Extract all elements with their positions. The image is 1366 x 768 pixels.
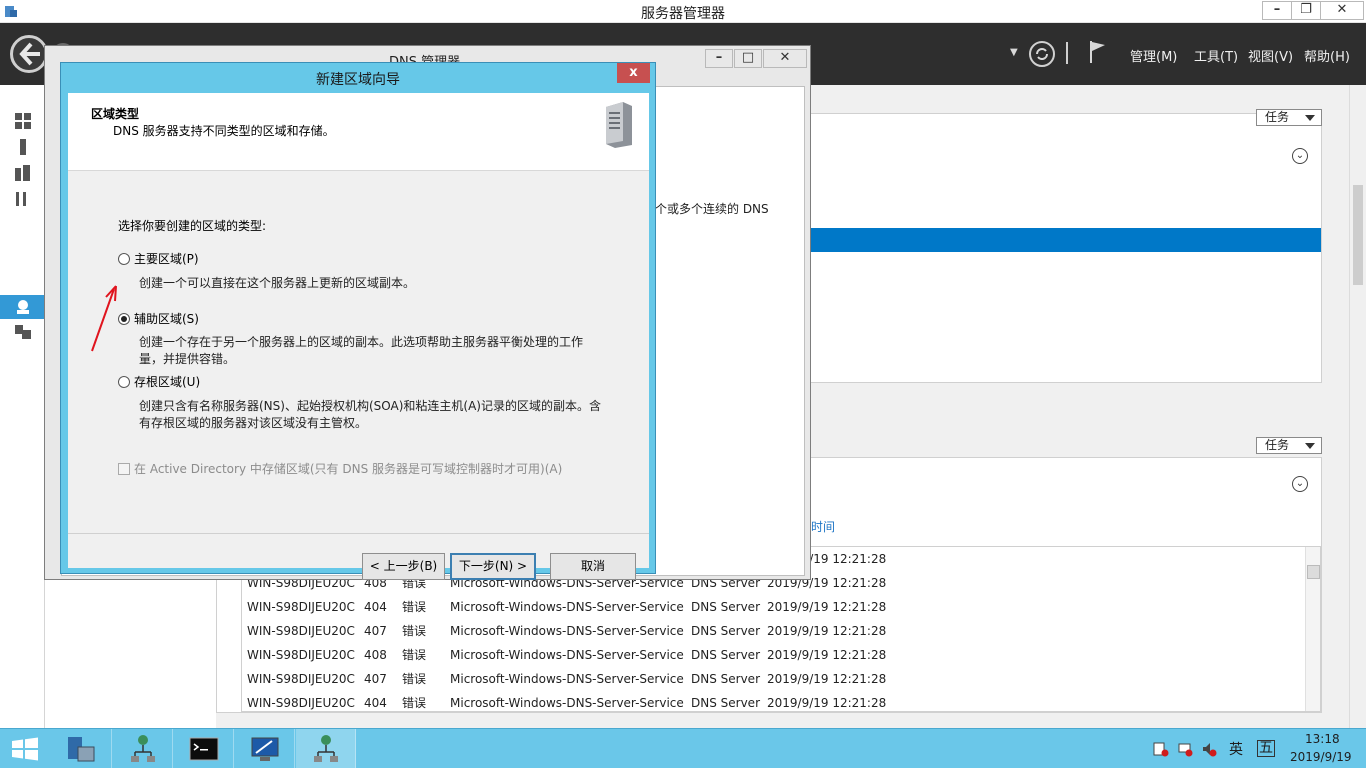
action-center-icon[interactable] — [1153, 741, 1169, 757]
refresh-icon[interactable] — [1029, 41, 1055, 67]
stub-zone-description: 创建只含有名称服务器(NS)、起始授权机构(SOA)和粘连主机(A)记录的区域的… — [139, 399, 601, 430]
stub-zone-radio[interactable] — [118, 376, 130, 388]
close-button[interactable]: ✕ — [1320, 1, 1364, 20]
dns-tree-icon — [314, 735, 338, 762]
file-services-icon[interactable] — [14, 323, 34, 341]
nav-item-dns[interactable] — [0, 295, 45, 319]
local-server-icon[interactable] — [14, 138, 34, 156]
taskbar-server-manager[interactable] — [52, 729, 112, 768]
wizard-close-button[interactable]: x — [617, 63, 650, 83]
header-separator — [1066, 42, 1068, 64]
command-prompt-icon — [189, 737, 219, 761]
zone-type-prompt: 选择你要创建的区域的类型: — [118, 219, 267, 233]
table-row[interactable]: WIN-S98DIJEU20C 407 错误 Microsoft-Windows-DN… — [242, 667, 1302, 691]
window-title: 服务器管理器 — [641, 6, 725, 22]
table-row[interactable]: WIN-S98DIJEU20C 407 错误 Microsoft-Windows-DN… — [242, 619, 1302, 643]
footer-separator — [68, 533, 649, 534]
volume-icon[interactable] — [1201, 741, 1217, 757]
wizard-page-title: 区域类型 — [91, 107, 140, 121]
annotation-arrow-icon — [91, 285, 117, 352]
table-row[interactable]: WIN-S98DIJEU20C 404 错误 Microsoft-Windows-DN… — [242, 595, 1302, 619]
clock-date[interactable]: 2019/9/19 — [1290, 750, 1352, 764]
ad-store-checkbox[interactable] — [118, 463, 130, 475]
maximize-button[interactable]: ❐ — [1291, 1, 1321, 20]
all-servers-icon[interactable] — [14, 164, 34, 182]
primary-zone-description: 创建一个可以直接在这个服务器上更新的区域副本。 — [139, 276, 416, 290]
wizard-header: 区域类型 DNS 服务器支持不同类型的区域和存储。 — [68, 93, 649, 171]
taskbar: 英 五 13:18 2019/9/19 — [0, 728, 1366, 768]
menu-tools[interactable]: 工具(T) — [1194, 46, 1238, 65]
primary-zone-label[interactable]: 主要区域(P) — [134, 250, 199, 267]
dns-close-button[interactable]: ✕ — [763, 49, 807, 68]
collapse-servers-icon[interactable]: ⌄ — [1292, 148, 1308, 164]
dns-maximize-button[interactable]: □ — [734, 49, 762, 68]
secondary-zone-label[interactable]: 辅助区域(S) — [134, 310, 199, 327]
events-time-header[interactable]: 时间 — [811, 518, 835, 535]
menu-help[interactable]: 帮助(H) — [1304, 46, 1350, 65]
dns-tree-icon — [131, 735, 155, 762]
remote-desktop-icon — [251, 737, 279, 761]
tasks-button-events[interactable]: 任务 — [1256, 437, 1322, 454]
file-storage-icon[interactable] — [14, 190, 34, 208]
table-row[interactable]: WIN-S98DIJEU20C 408 错误 Microsoft-Windows-DN… — [242, 643, 1302, 667]
wizard-page-subtitle: DNS 服务器支持不同类型的区域和存储。 — [113, 124, 335, 138]
scrollbar-thumb[interactable] — [1307, 565, 1320, 579]
new-zone-wizard-dialog: 新建区域向导 x 区域类型 DNS 服务器支持不同类型的区域和存储。 选择你要创… — [60, 62, 656, 580]
notification-flag-icon[interactable] — [1088, 40, 1108, 64]
ime-language[interactable]: 英 — [1229, 739, 1243, 759]
taskbar-dns-1[interactable] — [113, 729, 173, 768]
network-icon[interactable] — [1177, 741, 1193, 757]
cancel-button[interactable]: 取消 — [550, 553, 636, 580]
menu-view[interactable]: 视图(V) — [1248, 46, 1293, 65]
scrollbar-thumb[interactable] — [1353, 185, 1363, 285]
back-step-button[interactable]: < 上一步(B) — [362, 553, 445, 580]
next-step-button[interactable]: 下一步(N) > — [450, 553, 536, 580]
main-vertical-scrollbar[interactable] — [1349, 85, 1366, 728]
events-scrollbar[interactable] — [1305, 547, 1320, 711]
windows-start-icon[interactable] — [10, 737, 40, 761]
ime-mode[interactable]: 五 — [1257, 740, 1275, 757]
selected-server-row[interactable] — [807, 228, 1321, 252]
server-manager-nav — [0, 85, 45, 728]
wizard-content: 区域类型 DNS 服务器支持不同类型的区域和存储。 选择你要创建的区域的类型: … — [68, 93, 649, 580]
server-tower-icon — [606, 102, 632, 148]
collapse-events-icon[interactable]: ⌄ — [1292, 476, 1308, 492]
dns-minimize-button[interactable]: – — [705, 49, 733, 68]
menu-manage[interactable]: 管理(M) — [1130, 46, 1177, 65]
minimize-button[interactable]: – — [1262, 1, 1292, 20]
server-manager-titlebar: 服务器管理器 – ❐ ✕ — [0, 0, 1366, 23]
back-button[interactable] — [10, 35, 48, 73]
dns-icon — [17, 300, 29, 314]
taskbar-cmd[interactable] — [174, 729, 234, 768]
primary-zone-radio[interactable] — [118, 253, 130, 265]
stub-zone-label[interactable]: 存根区域(U) — [134, 373, 200, 390]
dns-description: 个或多个连续的 DNS — [655, 202, 769, 216]
clock-time[interactable]: 13:18 — [1305, 732, 1340, 746]
dashboard-icon[interactable] — [14, 112, 34, 130]
taskbar-dns-2[interactable] — [296, 729, 356, 768]
secondary-zone-description: 创建一个存在于另一个服务器上的区域的副本。此选项帮助主服务器平衡处理的工作量，并… — [139, 335, 584, 366]
server-manager-icon — [68, 737, 95, 762]
table-row[interactable]: WIN-S98DIJEU20C 404 错误 Microsoft-Windows-DN… — [242, 691, 1302, 711]
tasks-button-servers[interactable]: 任务 — [1256, 109, 1322, 126]
dropdown-arrow-icon[interactable]: ▼ — [1010, 47, 1018, 58]
ad-store-label: 在 Active Directory 中存储区域(只有 DNS 服务器是可写域控… — [134, 462, 563, 476]
taskbar-remote[interactable] — [235, 729, 295, 768]
back-arrow-icon — [19, 42, 40, 66]
wizard-title: 新建区域向导 — [316, 72, 400, 88]
